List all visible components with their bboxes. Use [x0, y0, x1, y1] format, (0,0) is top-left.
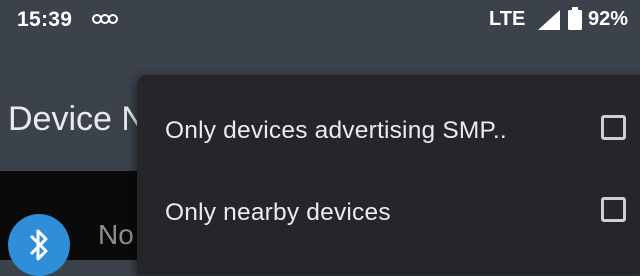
notification-icon [92, 14, 118, 24]
smp-filter-checkbox[interactable] [601, 115, 626, 140]
device-name[interactable]: No [98, 219, 134, 251]
signal-icon [538, 10, 560, 30]
menu-item-smp-filter[interactable]: Only devices advertising SMP.. [137, 91, 640, 171]
page-title: Device N [8, 100, 146, 138]
status-bar: 15:39 LTE 92% [0, 0, 640, 38]
status-time: 15:39 [17, 8, 73, 31]
menu-item-label: Only devices advertising SMP.. [165, 117, 507, 144]
menu-item-nearby-filter[interactable]: Only nearby devices [137, 173, 640, 253]
device-avatar[interactable] [8, 214, 70, 276]
nearby-filter-checkbox[interactable] [601, 197, 626, 222]
overflow-menu: Only devices advertising SMP.. Only near… [137, 75, 640, 275]
battery-percentage: 92% [588, 8, 629, 30]
menu-item-label: Only nearby devices [165, 199, 391, 226]
network-type: LTE [489, 8, 526, 30]
bluetooth-icon [29, 229, 48, 261]
battery-icon [568, 7, 582, 30]
